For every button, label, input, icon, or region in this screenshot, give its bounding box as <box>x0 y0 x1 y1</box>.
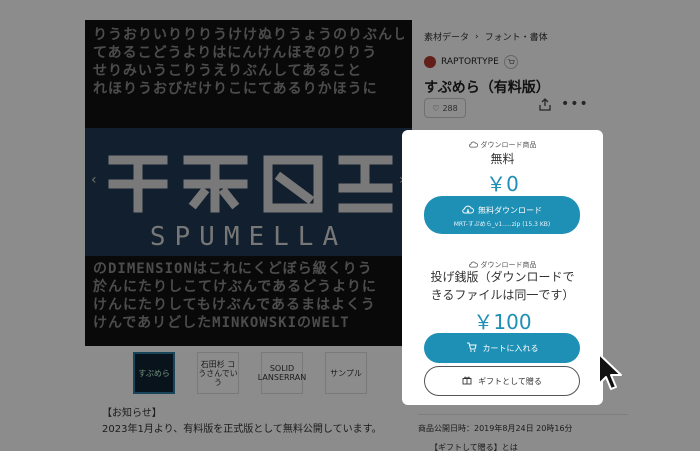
paid-plan-title: 投げ銭版（ダウンロードで きるファイルは同一です） <box>402 268 603 304</box>
paid-plan-title-line: 投げ銭版（ダウンロードで <box>430 270 575 284</box>
download-file-name: MRT-すぷめら_v1.....zip (15.3 KB) <box>453 221 551 228</box>
download-product-label: ダウンロード商品 <box>402 140 603 150</box>
label-text: ダウンロード商品 <box>480 141 537 149</box>
gift-icon <box>462 375 472 387</box>
purchase-panel: ダウンロード商品 無料 ￥0 無料ダウンロード MRT-すぷめら_v1.....… <box>402 130 603 405</box>
free-price: ￥0 <box>486 172 519 196</box>
paid-price: ￥100 <box>473 310 532 334</box>
mouse-cursor-icon <box>598 353 622 390</box>
gift-button[interactable]: ギフトとして贈る <box>424 366 580 396</box>
free-plan-title: 無料 <box>490 152 515 166</box>
paid-plan-title-line: きるファイルは同一です） <box>430 288 575 302</box>
button-label: カートに入れる <box>482 343 539 353</box>
add-to-cart-button[interactable]: カートに入れる <box>424 333 580 363</box>
cart-icon <box>466 342 477 354</box>
cloud-download-icon <box>462 205 474 216</box>
button-label: ギフトとして贈る <box>478 376 542 386</box>
button-label: 無料ダウンロード <box>478 206 542 215</box>
free-download-button[interactable]: 無料ダウンロード MRT-すぷめら_v1.....zip (15.3 KB) <box>424 196 580 234</box>
cloud-download-icon <box>468 141 478 150</box>
free-download-label-row: 無料ダウンロード <box>424 205 580 216</box>
